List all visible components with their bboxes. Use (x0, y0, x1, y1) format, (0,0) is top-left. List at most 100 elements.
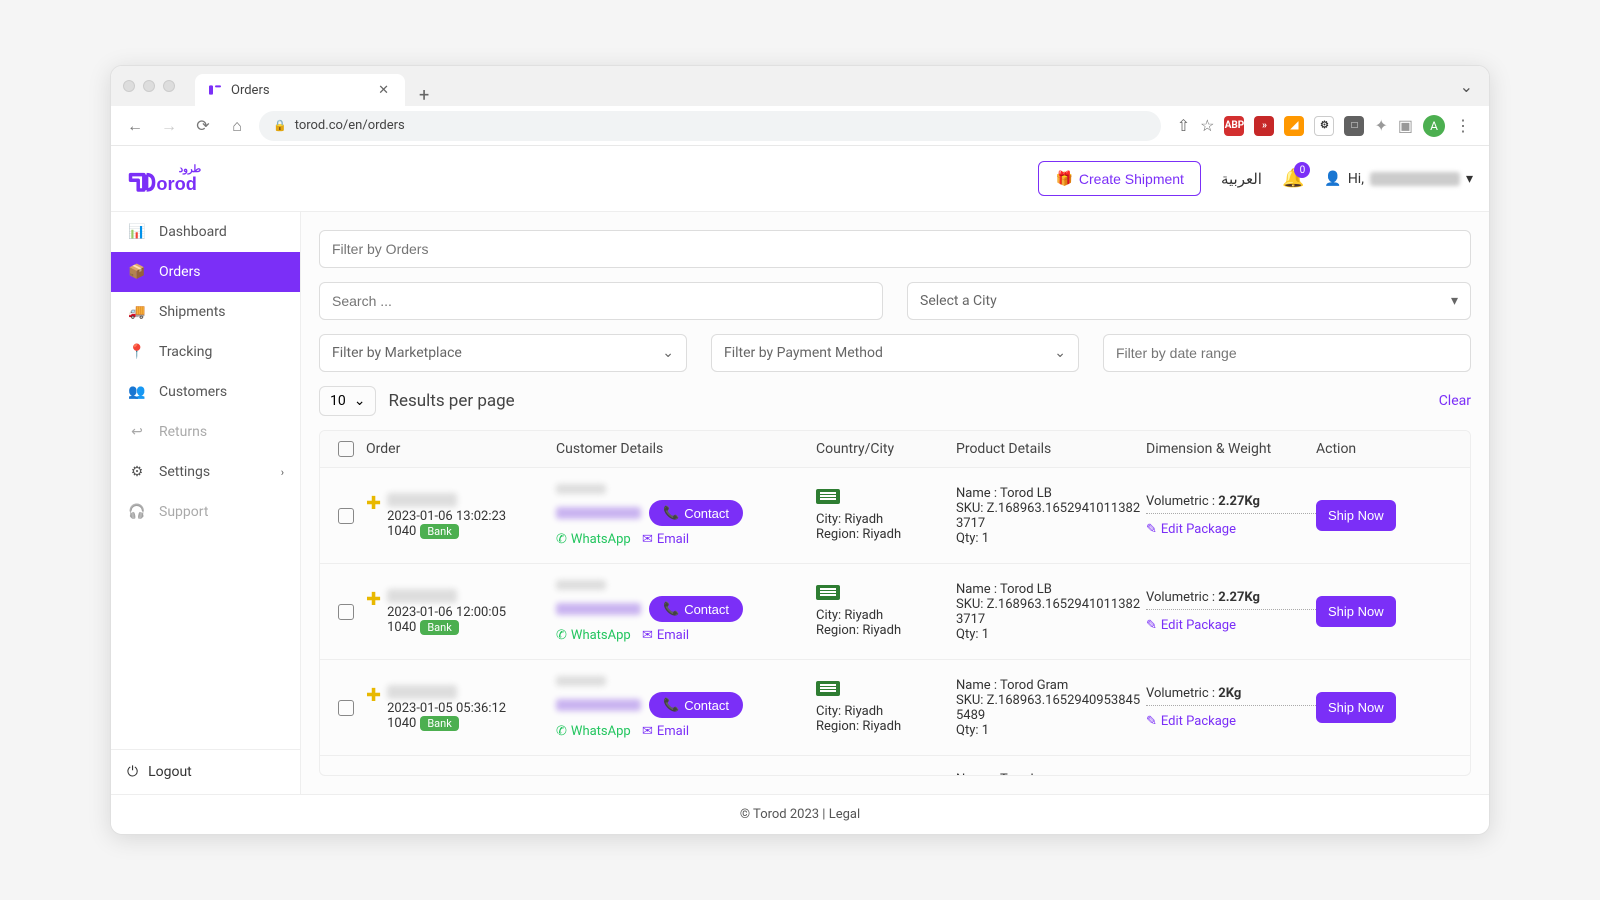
date-range-input[interactable] (1103, 334, 1471, 372)
expand-icon[interactable]: ✚ (366, 687, 381, 705)
product-name: Name : Torod Gram (956, 678, 1146, 693)
notifications-button[interactable]: 🔔 0 (1282, 168, 1304, 189)
logo[interactable]: طرودorod (127, 162, 267, 196)
phone-icon: 📞 (663, 601, 679, 617)
customer-name: xxxx_xx (556, 484, 606, 494)
email-link[interactable]: ✉Email (642, 628, 689, 643)
product-sku: SKU: Z.168963.16529410113823717 (956, 597, 1146, 627)
order-datetime: 2023-01-06 13:02:23 (387, 509, 506, 524)
email-link[interactable]: ✉Email (642, 532, 689, 547)
marketplace-select[interactable]: Filter by Marketplace⌄ (319, 334, 687, 372)
language-toggle[interactable]: العربية (1221, 170, 1262, 188)
sidebar-item-returns[interactable]: ↩Returns (111, 412, 300, 452)
sidebar-item-settings[interactable]: ⚙Settings› (111, 452, 300, 492)
email-icon: ✉ (642, 724, 653, 739)
tab-favicon (207, 82, 223, 98)
ship-now-button[interactable]: Ship Now (1316, 596, 1396, 627)
sidepanel-icon[interactable]: ▣ (1398, 116, 1413, 135)
expand-icon[interactable]: ✚ (366, 591, 381, 609)
extension-icon-4[interactable]: ⚙ (1314, 116, 1334, 136)
order-code: 1040 (387, 524, 416, 539)
customer-phone: xxxxxxxxxxxxx (556, 603, 641, 615)
table-row: ✚ XXXXXXXX 2023-01-06 12:00:05 1040Bank … (320, 564, 1470, 660)
whatsapp-link[interactable]: ✆WhatsApp (556, 724, 631, 739)
region-text: Region: Riyadh (816, 527, 956, 542)
sidebar-item-tracking[interactable]: 📍Tracking (111, 332, 300, 372)
edit-package-link[interactable]: ✎Edit Package (1146, 522, 1236, 537)
order-code: 1040 (387, 620, 416, 635)
svg-text:orod: orod (156, 174, 196, 194)
edit-icon: ✎ (1146, 714, 1157, 729)
pdf-extension-icon[interactable]: » (1254, 116, 1274, 136)
browser-tab[interactable]: Orders ✕ (195, 74, 405, 106)
new-tab-button[interactable]: + (405, 85, 443, 106)
power-icon: ⏻ (127, 764, 138, 780)
sidebar-item-customers[interactable]: 👥Customers (111, 372, 300, 412)
whatsapp-link[interactable]: ✆WhatsApp (556, 532, 631, 547)
rpp-value: 10 (330, 393, 346, 409)
home-button[interactable]: ⌂ (225, 116, 249, 136)
select-all-checkbox[interactable] (338, 441, 354, 457)
user-greeting: Hi, (1348, 171, 1364, 187)
close-window[interactable] (123, 80, 135, 92)
contact-button[interactable]: 📞Contact (649, 596, 743, 622)
whatsapp-link[interactable]: ✆WhatsApp (556, 628, 631, 643)
city-text: City: Riyadh (816, 608, 956, 623)
sidebar-item-dashboard[interactable]: 📊Dashboard (111, 212, 300, 252)
browser-toolbar: ← → ⟳ ⌂ 🔒 torod.co/en/orders ⇧ ☆ ABP » ◢… (111, 106, 1489, 146)
region-text: Region: Riyadh (816, 719, 956, 734)
forward-button[interactable]: → (157, 116, 181, 136)
contact-button[interactable]: 📞Contact (649, 500, 743, 526)
logout-button[interactable]: ⏻Logout (111, 749, 300, 794)
whatsapp-icon: ✆ (556, 724, 567, 739)
clear-filters-link[interactable]: Clear (1439, 393, 1471, 409)
expand-icon[interactable]: ✚ (366, 495, 381, 513)
sidebar-item-shipments[interactable]: 🚚Shipments (111, 292, 300, 332)
analytics-extension-icon[interactable]: ◢ (1284, 116, 1304, 136)
product-name: Name : Torod LB (956, 582, 1146, 597)
tabs-dropdown-icon[interactable]: ⌄ (1460, 77, 1477, 96)
city-select[interactable]: Select a City▾ (907, 282, 1471, 320)
edit-package-link[interactable]: ✎Edit Package (1146, 618, 1236, 633)
browser-menu-icon[interactable]: ⋮ (1455, 116, 1471, 135)
profile-avatar[interactable]: A (1423, 115, 1445, 137)
sidebar-item-orders[interactable]: 📦Orders (111, 252, 300, 292)
payment-select[interactable]: Filter by Payment Method⌄ (711, 334, 1079, 372)
row-checkbox[interactable] (338, 508, 354, 524)
tab-close-icon[interactable]: ✕ (378, 83, 389, 98)
email-link[interactable]: ✉Email (642, 724, 689, 739)
maximize-window[interactable] (163, 80, 175, 92)
minimize-window[interactable] (143, 80, 155, 92)
search-input[interactable] (319, 282, 883, 320)
share-icon[interactable]: ⇧ (1177, 116, 1190, 135)
ship-now-button[interactable]: Ship Now (1316, 500, 1396, 531)
marketplace-placeholder: Filter by Marketplace (332, 345, 462, 361)
abp-extension-icon[interactable]: ABP (1224, 116, 1244, 136)
contact-button[interactable]: 📞Contact (649, 692, 743, 718)
reload-button[interactable]: ⟳ (191, 116, 215, 135)
user-menu[interactable]: 👤 Hi, xxxxxxxxxxx ▾ (1324, 171, 1473, 187)
sidebar-item-support[interactable]: 🎧Support (111, 492, 300, 532)
row-checkbox[interactable] (338, 700, 354, 716)
svg-text:طرود: طرود (179, 164, 201, 175)
order-datetime: 2023-01-06 12:00:05 (387, 605, 506, 620)
extension-icon-5[interactable]: □ (1344, 116, 1364, 136)
product-qty: Qty: 1 (956, 627, 1146, 642)
row-checkbox[interactable] (338, 604, 354, 620)
filter-orders-input[interactable] (319, 230, 1471, 268)
bookmark-icon[interactable]: ☆ (1200, 116, 1214, 135)
titlebar: Orders ✕ + ⌄ (111, 66, 1489, 106)
traffic-lights (123, 80, 175, 92)
weight-value: 2.27Kg (1218, 590, 1260, 605)
th-action: Action (1316, 441, 1406, 457)
create-shipment-button[interactable]: 🎁 Create Shipment (1038, 161, 1201, 196)
address-bar[interactable]: 🔒 torod.co/en/orders (259, 111, 1161, 141)
ship-now-button[interactable]: Ship Now (1316, 692, 1396, 723)
edit-package-link[interactable]: ✎Edit Package (1146, 714, 1236, 729)
volumetric-label: Volumetric : (1146, 494, 1215, 509)
results-per-page-select[interactable]: 10⌄ (319, 386, 376, 416)
sidebar: 📊Dashboard 📦Orders 🚚Shipments 📍Tracking … (111, 212, 301, 794)
results-controls: 10⌄ Results per page Clear (319, 386, 1471, 416)
back-button[interactable]: ← (123, 116, 147, 136)
extensions-puzzle-icon[interactable]: ✦ (1374, 116, 1387, 135)
